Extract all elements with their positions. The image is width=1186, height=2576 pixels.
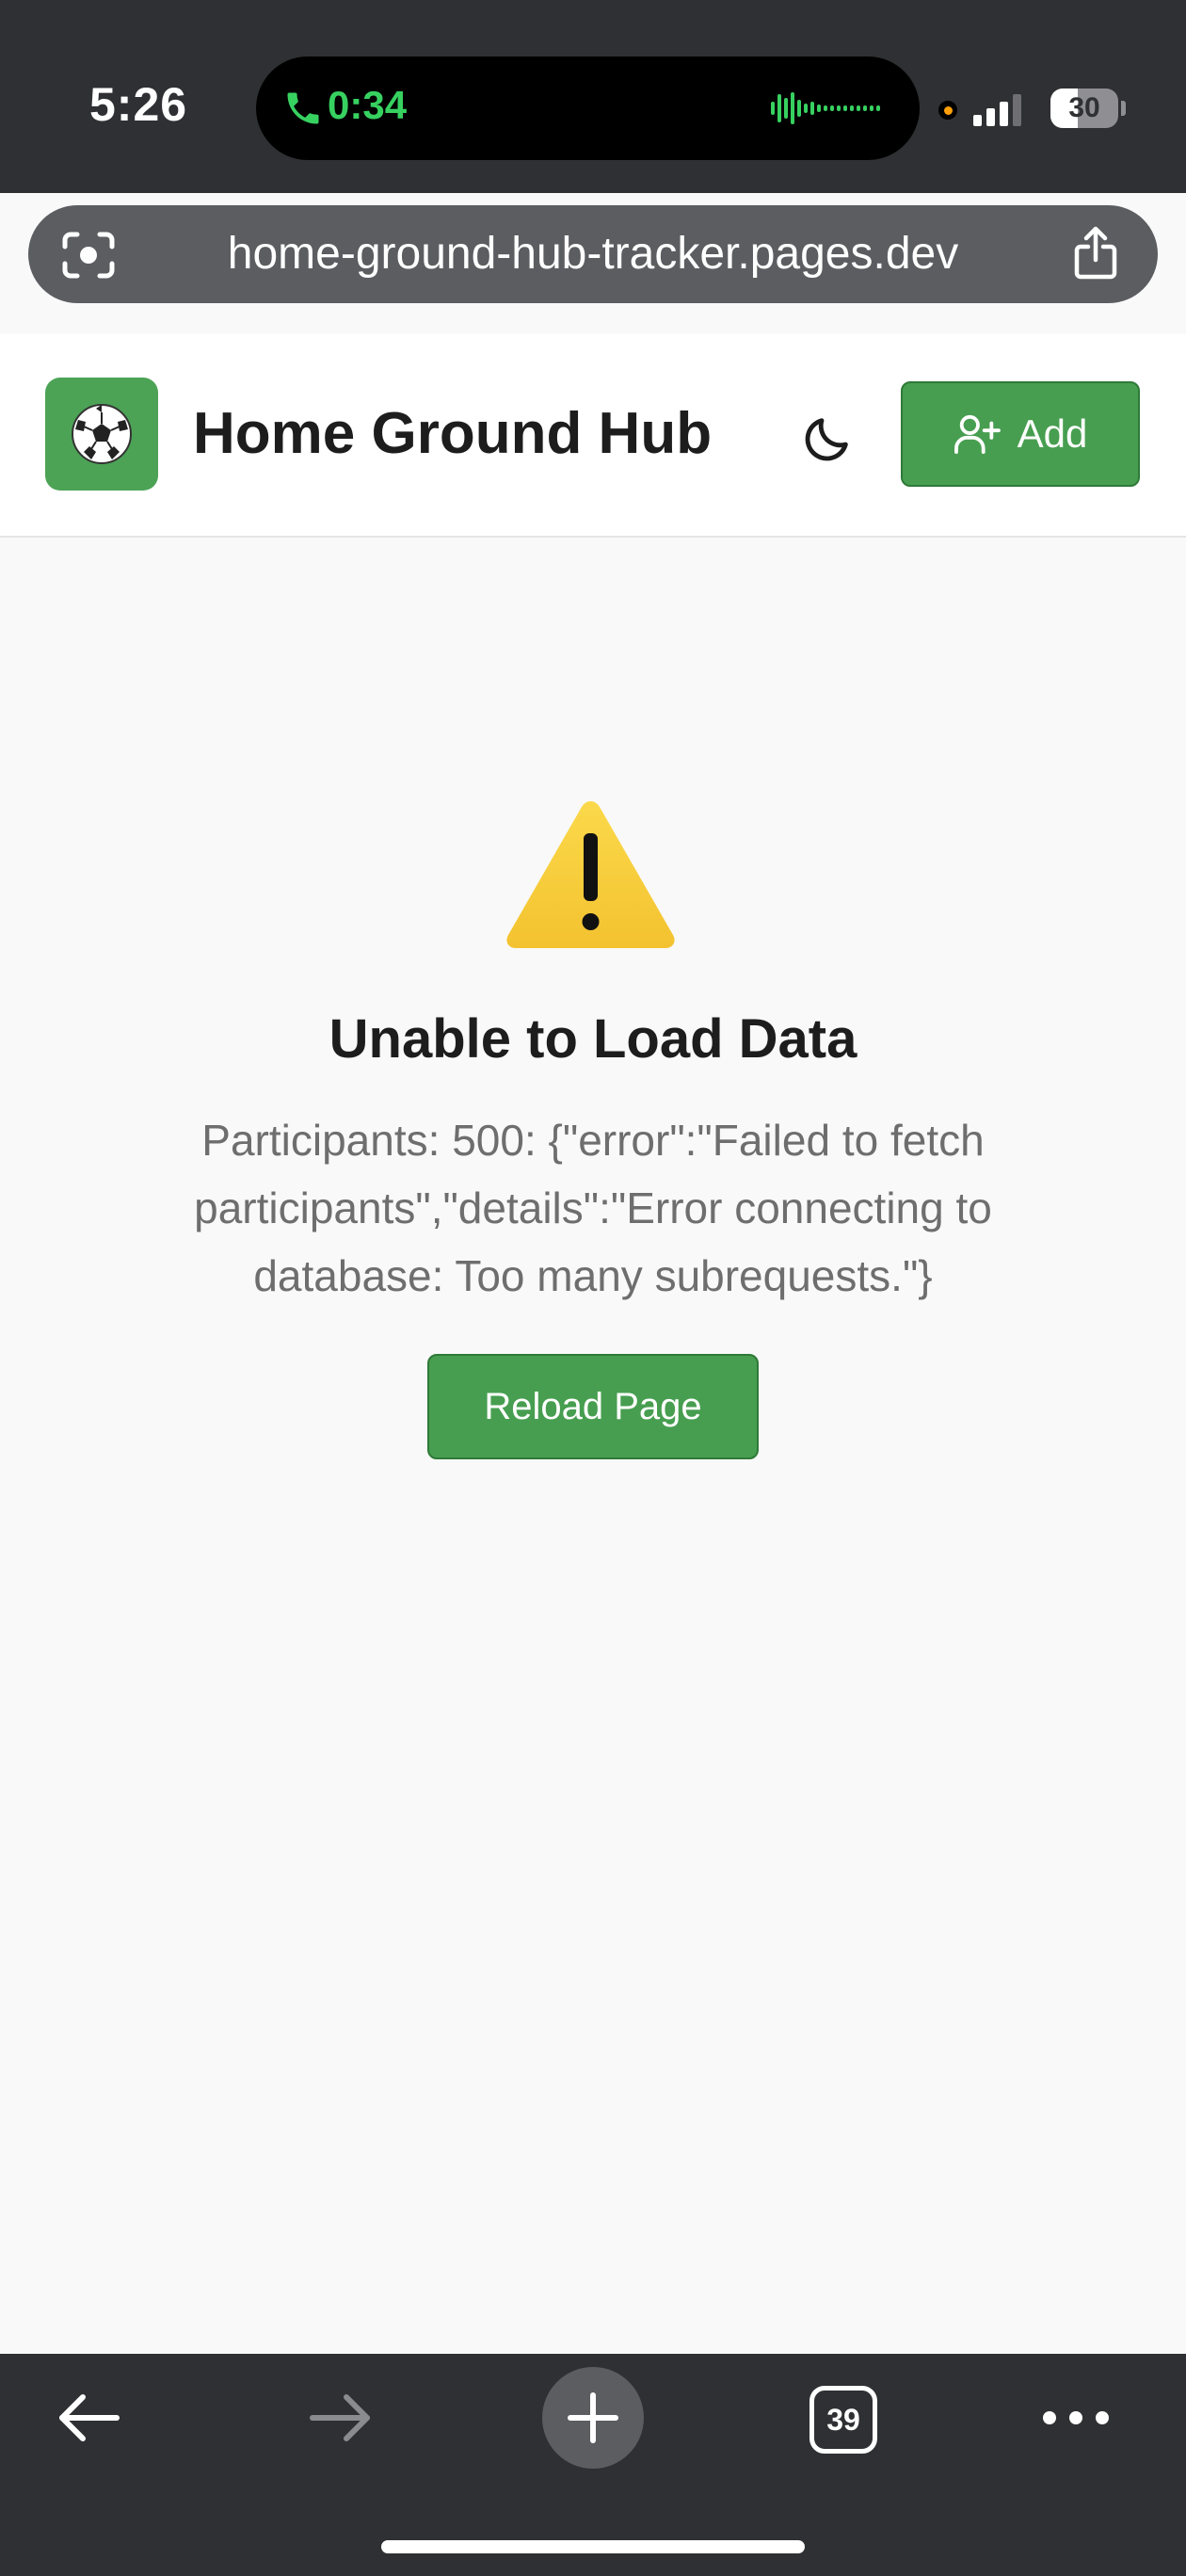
app-header: Home Ground Hub Add bbox=[0, 334, 1186, 538]
url-text[interactable]: home-ground-hub-tracker.pages.dev bbox=[28, 228, 1158, 280]
dynamic-island[interactable]: 0:34 bbox=[256, 56, 920, 160]
recording-indicator-icon bbox=[936, 98, 960, 122]
app-logo bbox=[45, 378, 158, 491]
reload-page-button[interactable]: Reload Page bbox=[427, 1354, 759, 1459]
status-time: 5:26 bbox=[89, 78, 188, 131]
battery-level: 30 bbox=[1068, 92, 1100, 123]
soccer-ball-icon bbox=[72, 404, 132, 464]
status-bar: 5:26 0:34 30 home-ground-hub-tracker.pag… bbox=[0, 0, 1186, 303]
forward-arrow-icon[interactable] bbox=[307, 2391, 375, 2444]
moon-icon[interactable] bbox=[800, 411, 855, 466]
plus-icon bbox=[568, 2392, 618, 2443]
warning-triangle-icon bbox=[506, 801, 675, 948]
add-participant-button[interactable]: Add bbox=[901, 381, 1140, 487]
tab-switcher-button[interactable]: 39 bbox=[809, 2386, 877, 2454]
share-icon[interactable] bbox=[1073, 226, 1118, 281]
new-tab-button[interactable] bbox=[542, 2367, 644, 2469]
app-title: Home Ground Hub bbox=[193, 401, 713, 466]
home-indicator[interactable] bbox=[381, 2540, 805, 2553]
ellipsis-icon[interactable] bbox=[1040, 2399, 1112, 2437]
back-arrow-icon[interactable] bbox=[55, 2391, 122, 2444]
url-bar[interactable]: home-ground-hub-tracker.pages.dev bbox=[28, 205, 1158, 303]
user-plus-icon bbox=[954, 414, 1001, 455]
cellular-signal-icon bbox=[973, 94, 1021, 126]
error-title: Unable to Load Data bbox=[329, 1008, 857, 1070]
battery-cap bbox=[1121, 101, 1126, 116]
error-details: Participants: 500: {"error":"Failed to f… bbox=[194, 1116, 992, 1300]
audio-waveform-icon bbox=[771, 92, 880, 124]
add-button-label: Add bbox=[1017, 411, 1088, 456]
call-timer: 0:34 bbox=[328, 83, 408, 127]
battery-icon: 30 bbox=[1050, 89, 1118, 128]
phone-icon bbox=[287, 92, 319, 124]
